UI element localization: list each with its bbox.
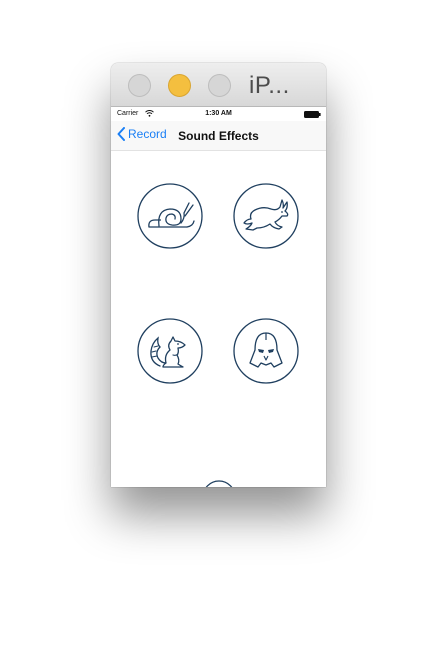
snail-icon: [137, 183, 203, 249]
battery-icon: [304, 111, 321, 118]
slow-effect-button[interactable]: [137, 183, 203, 249]
window-titlebar: iP...: [111, 63, 326, 107]
squirrel-icon: [137, 318, 203, 384]
window-title: iP...: [249, 72, 290, 99]
stop-icon: [205, 480, 233, 487]
page-title: Sound Effects: [178, 129, 259, 143]
chipmunk-effect-button[interactable]: [137, 318, 203, 384]
fast-effect-button[interactable]: [233, 183, 299, 249]
navigation-bar: Record Sound Effects: [111, 121, 326, 151]
zoom-window-button[interactable]: [208, 74, 231, 97]
stop-button[interactable]: [202, 480, 236, 487]
close-window-button[interactable]: [128, 74, 151, 97]
vader-effect-button[interactable]: [233, 318, 299, 384]
simulator-window: iP... Carrier 1:30 AM Record Sound Effec…: [111, 63, 326, 487]
status-time: 1:30 AM: [205, 110, 232, 117]
rabbit-icon: [233, 183, 299, 249]
minimize-window-button[interactable]: [168, 74, 191, 97]
device-screen: Carrier 1:30 AM Record Sound Effects: [111, 107, 326, 487]
status-bar: Carrier 1:30 AM: [111, 107, 326, 121]
darth-vader-icon: [233, 318, 299, 384]
